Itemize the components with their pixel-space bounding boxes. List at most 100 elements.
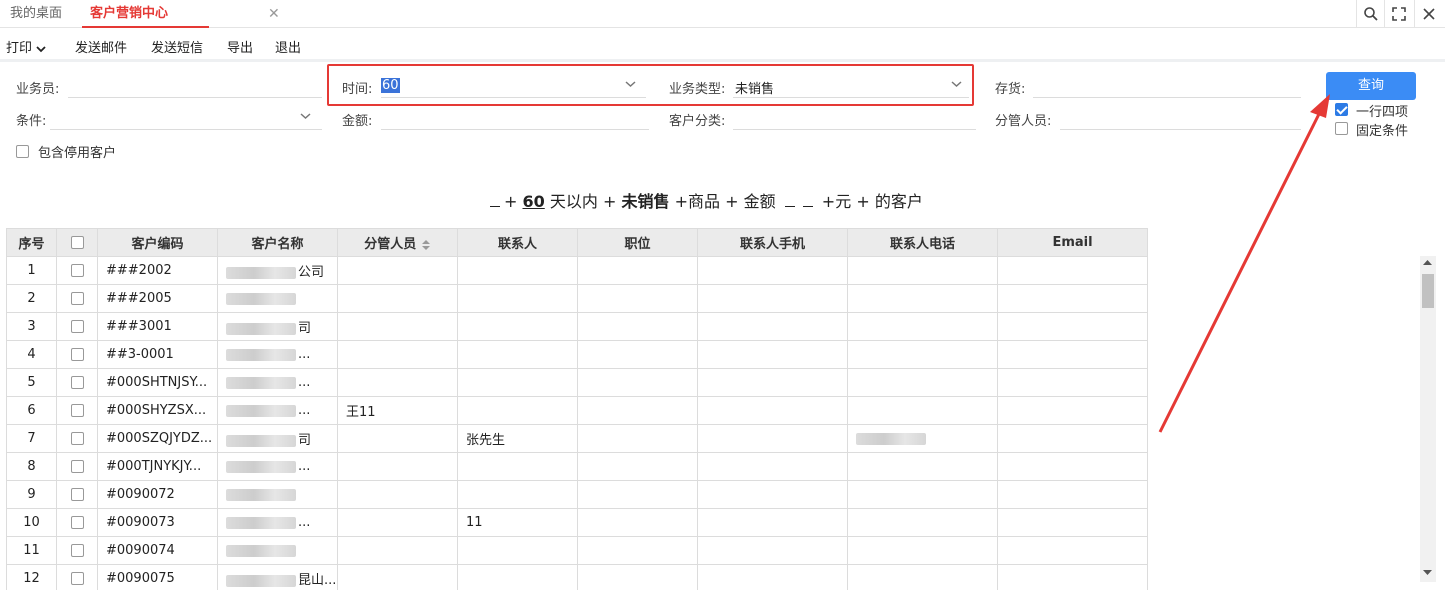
table-row[interactable]: 1 ###2002 公司 — [6, 256, 1148, 285]
tab-close-icon[interactable]: ✕ — [268, 0, 280, 28]
row-checkbox[interactable] — [70, 488, 84, 501]
mobile — [697, 256, 848, 285]
row-checkbox[interactable] — [70, 376, 84, 389]
send-sms-button[interactable]: 发送短信 — [151, 37, 203, 56]
col-header-name[interactable]: 客户名称 — [217, 228, 338, 257]
biz-type-chevron-down-icon[interactable] — [951, 80, 962, 88]
redacted-blur — [226, 544, 296, 557]
customer-code-text: ###2005 — [106, 291, 172, 306]
table-row[interactable]: 9 #0090072 — [6, 480, 1148, 509]
manager-input[interactable] — [1060, 129, 1301, 130]
exit-button[interactable]: 退出 — [275, 37, 301, 56]
position — [577, 424, 698, 453]
manager — [337, 368, 458, 397]
table-row[interactable]: 10 #0090073... 11 — [6, 508, 1148, 537]
time-chevron-down-icon[interactable] — [625, 80, 636, 88]
table-row[interactable]: 12 #0090075 昆山... — [6, 564, 1148, 590]
contact-text: 张先生 — [466, 433, 506, 448]
email — [997, 368, 1148, 397]
contact — [457, 312, 578, 341]
customer-name: 昆山... — [217, 564, 338, 590]
table-row[interactable]: 2 ###2005 — [6, 284, 1148, 313]
customer-code-text: ###3001 — [106, 319, 172, 334]
fixed-condition-checkbox[interactable] — [1335, 122, 1348, 135]
row-index-text: 2 — [27, 291, 36, 306]
mobile — [697, 312, 848, 341]
condition-select[interactable] — [50, 129, 322, 130]
time-select[interactable]: 60 — [381, 78, 400, 93]
row-checkbox[interactable] — [70, 516, 84, 529]
condition-chevron-down-icon[interactable] — [300, 112, 311, 120]
maximize-icon[interactable] — [1384, 0, 1412, 28]
col-header-email[interactable]: Email — [997, 228, 1148, 257]
customer-code-text: #0090073 — [106, 515, 175, 530]
scrollbar-thumb[interactable] — [1422, 274, 1434, 308]
row-checkbox[interactable] — [70, 348, 84, 361]
row-checkbox[interactable] — [70, 404, 84, 417]
customer-code: #0090073 — [97, 508, 218, 537]
category-input[interactable] — [733, 129, 976, 130]
col-header-position[interactable]: 职位 — [577, 228, 698, 257]
amount-input[interactable] — [381, 129, 649, 130]
row-index: 8 — [6, 452, 57, 481]
row-checkbox[interactable] — [70, 460, 84, 473]
col-header-select-all[interactable] — [56, 228, 98, 257]
col-header-phone[interactable]: 联系人电话 — [847, 228, 998, 257]
customer-code-text: ##3-0001 — [106, 347, 174, 362]
one-row-four-checkbox[interactable] — [1335, 103, 1348, 116]
include-disabled-checkbox[interactable] — [16, 145, 29, 158]
col-header-mobile[interactable]: 联系人手机 — [697, 228, 848, 257]
row-checkbox[interactable] — [70, 292, 84, 305]
print-button[interactable]: 打印 — [6, 37, 46, 56]
col-header-code[interactable]: 客户编码 — [97, 228, 218, 257]
search-icon[interactable] — [1356, 0, 1384, 28]
scroll-up-icon[interactable] — [1423, 259, 1432, 265]
scroll-down-icon[interactable] — [1423, 570, 1432, 576]
table-row[interactable]: 7 #000SZQJYDZ... 司 张先生 — [6, 424, 1148, 453]
row-select — [56, 564, 98, 590]
summary-type: 未销售 — [621, 192, 670, 211]
sort-icon[interactable] — [421, 239, 431, 251]
mobile — [697, 424, 848, 453]
condition-label: 条件: — [16, 114, 47, 129]
stock-input[interactable] — [1033, 97, 1301, 98]
close-window-icon[interactable] — [1414, 0, 1442, 28]
table-row[interactable]: 5 #000SHTNJSY...... — [6, 368, 1148, 397]
select-all-checkbox[interactable] — [70, 236, 84, 249]
biz-type-label: 业务类型: — [669, 82, 726, 97]
row-index: 7 — [6, 424, 57, 453]
customer-code: ##3-0001 — [97, 340, 218, 369]
export-button[interactable]: 导出 — [227, 37, 253, 56]
query-button[interactable]: 查询 — [1326, 72, 1416, 100]
customer-name-text: ... — [298, 375, 311, 390]
manager — [337, 536, 458, 565]
customer-name: 司 — [217, 424, 338, 453]
row-checkbox[interactable] — [70, 544, 84, 557]
table-row[interactable]: 8 #000TJNYKJY...... — [6, 452, 1148, 481]
manager-header-label: 分管人员 — [364, 237, 417, 252]
tab-customer-marketing[interactable]: 客户营销中心 ✕ — [82, 0, 280, 28]
col-header-contact[interactable]: 联系人 — [457, 228, 578, 257]
table-row[interactable]: 6 #000SHYZSX...... 王11 — [6, 396, 1148, 425]
customer-code: #0090075 — [97, 564, 218, 590]
row-index-text: 6 — [27, 403, 36, 418]
table-row[interactable]: 4 ##3-0001... — [6, 340, 1148, 369]
time-label: 时间: — [342, 82, 373, 97]
table-row[interactable]: 11 #0090074 — [6, 536, 1148, 565]
vertical-scrollbar[interactable] — [1420, 256, 1436, 582]
row-checkbox[interactable] — [70, 432, 84, 445]
row-checkbox[interactable] — [70, 572, 84, 585]
tab-my-desktop[interactable]: 我的桌面 — [10, 0, 62, 28]
salesperson-input[interactable] — [68, 97, 322, 98]
biz-type-select[interactable]: 未销售 — [735, 78, 774, 97]
col-header-manager[interactable]: 分管人员 — [337, 228, 458, 257]
fixed-condition-label: 固定条件 — [1356, 124, 1409, 139]
send-email-button[interactable]: 发送邮件 — [75, 37, 127, 56]
table-row[interactable]: 3 ###3001 司 — [6, 312, 1148, 341]
row-checkbox[interactable] — [70, 264, 84, 277]
row-index-text: 9 — [27, 487, 36, 502]
redacted-blur — [226, 292, 296, 305]
contact — [457, 452, 578, 481]
row-select — [56, 340, 98, 369]
row-checkbox[interactable] — [70, 320, 84, 333]
